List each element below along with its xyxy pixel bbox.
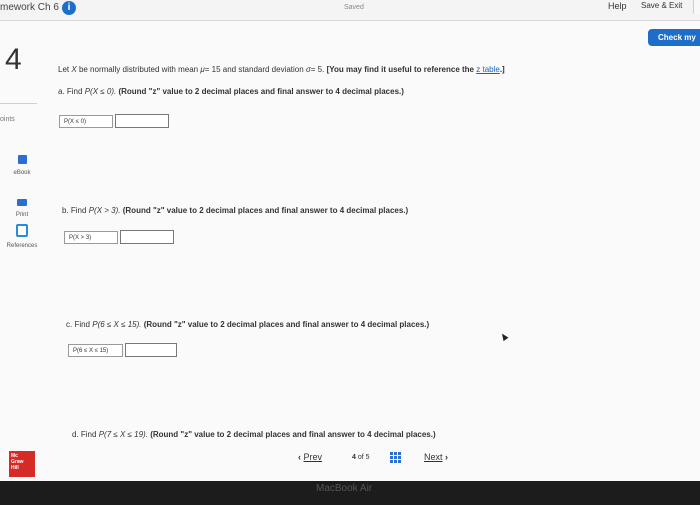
part-a-answer-row: P(X ≤ 0) bbox=[59, 114, 169, 128]
part-b-prompt: P(X > 3) bbox=[64, 230, 118, 244]
part-b-text: b. Find P(X > 3). (Round "z" value to 2 … bbox=[62, 206, 409, 215]
ebook-icon bbox=[17, 155, 27, 164]
mouse-pointer-icon bbox=[499, 331, 509, 342]
references-label: References bbox=[6, 243, 38, 249]
part-c-answer-row: P(6 ≤ X ≤ 15) bbox=[68, 343, 177, 357]
part-c-prompt: P(6 ≤ X ≤ 15) bbox=[68, 343, 123, 357]
prev-button[interactable]: ‹ Prev bbox=[298, 452, 322, 462]
part-d-text: d. Find P(7 ≤ X ≤ 19). (Round "z" value … bbox=[72, 430, 436, 439]
assignment-title: mework Ch 6 bbox=[0, 2, 59, 13]
question-number: 4 bbox=[5, 43, 22, 76]
top-bar: mework Ch 6 i Saved Help Save & Exit bbox=[0, 0, 700, 21]
question-panel: Check my 4 oints eBook Print References … bbox=[0, 21, 700, 481]
ebook-label: eBook bbox=[13, 170, 31, 176]
z-table-link[interactable]: z table bbox=[476, 65, 500, 74]
chevron-right-icon: › bbox=[445, 452, 449, 462]
part-b-answer-input[interactable] bbox=[120, 230, 174, 244]
references-icon bbox=[16, 224, 28, 237]
part-a-answer-input[interactable] bbox=[115, 114, 169, 128]
part-a-text: a. Find P(X ≤ 0). (Round "z" value to 2 … bbox=[58, 87, 404, 96]
chevron-left-icon: ‹ bbox=[298, 452, 301, 462]
part-b-answer-row: P(X > 3) bbox=[64, 230, 174, 244]
points-label: oints bbox=[0, 116, 15, 123]
print-label: Print bbox=[15, 212, 29, 218]
print-tool[interactable]: Print bbox=[0, 193, 44, 218]
save-exit-button[interactable]: Save & Exit bbox=[641, 1, 682, 10]
part-a-prompt: P(X ≤ 0) bbox=[59, 114, 113, 128]
print-icon bbox=[17, 199, 27, 206]
question-intro: Let X be normally distributed with mean … bbox=[58, 65, 505, 74]
part-c-text: c. Find P(6 ≤ X ≤ 15). (Round "z" value … bbox=[66, 320, 430, 329]
next-button[interactable]: Next › bbox=[424, 452, 448, 462]
grid-icon[interactable] bbox=[390, 452, 401, 463]
ebook-tool[interactable]: eBook bbox=[0, 151, 44, 176]
device-label: MacBook Air bbox=[316, 483, 373, 494]
help-link[interactable]: Help bbox=[608, 1, 627, 11]
check-my-work-button[interactable]: Check my bbox=[648, 29, 700, 46]
divider bbox=[0, 103, 37, 104]
device-bezel: MacBook Air bbox=[0, 481, 700, 505]
part-c-answer-input[interactable] bbox=[125, 343, 177, 357]
mcgraw-hill-logo: Mc Graw Hill bbox=[8, 450, 36, 478]
references-tool[interactable]: References bbox=[0, 224, 44, 249]
window-edge bbox=[693, 0, 700, 14]
info-icon[interactable]: i bbox=[62, 1, 76, 15]
page-indicator: 4 of 5 bbox=[352, 454, 370, 461]
saved-status: Saved bbox=[344, 4, 364, 11]
